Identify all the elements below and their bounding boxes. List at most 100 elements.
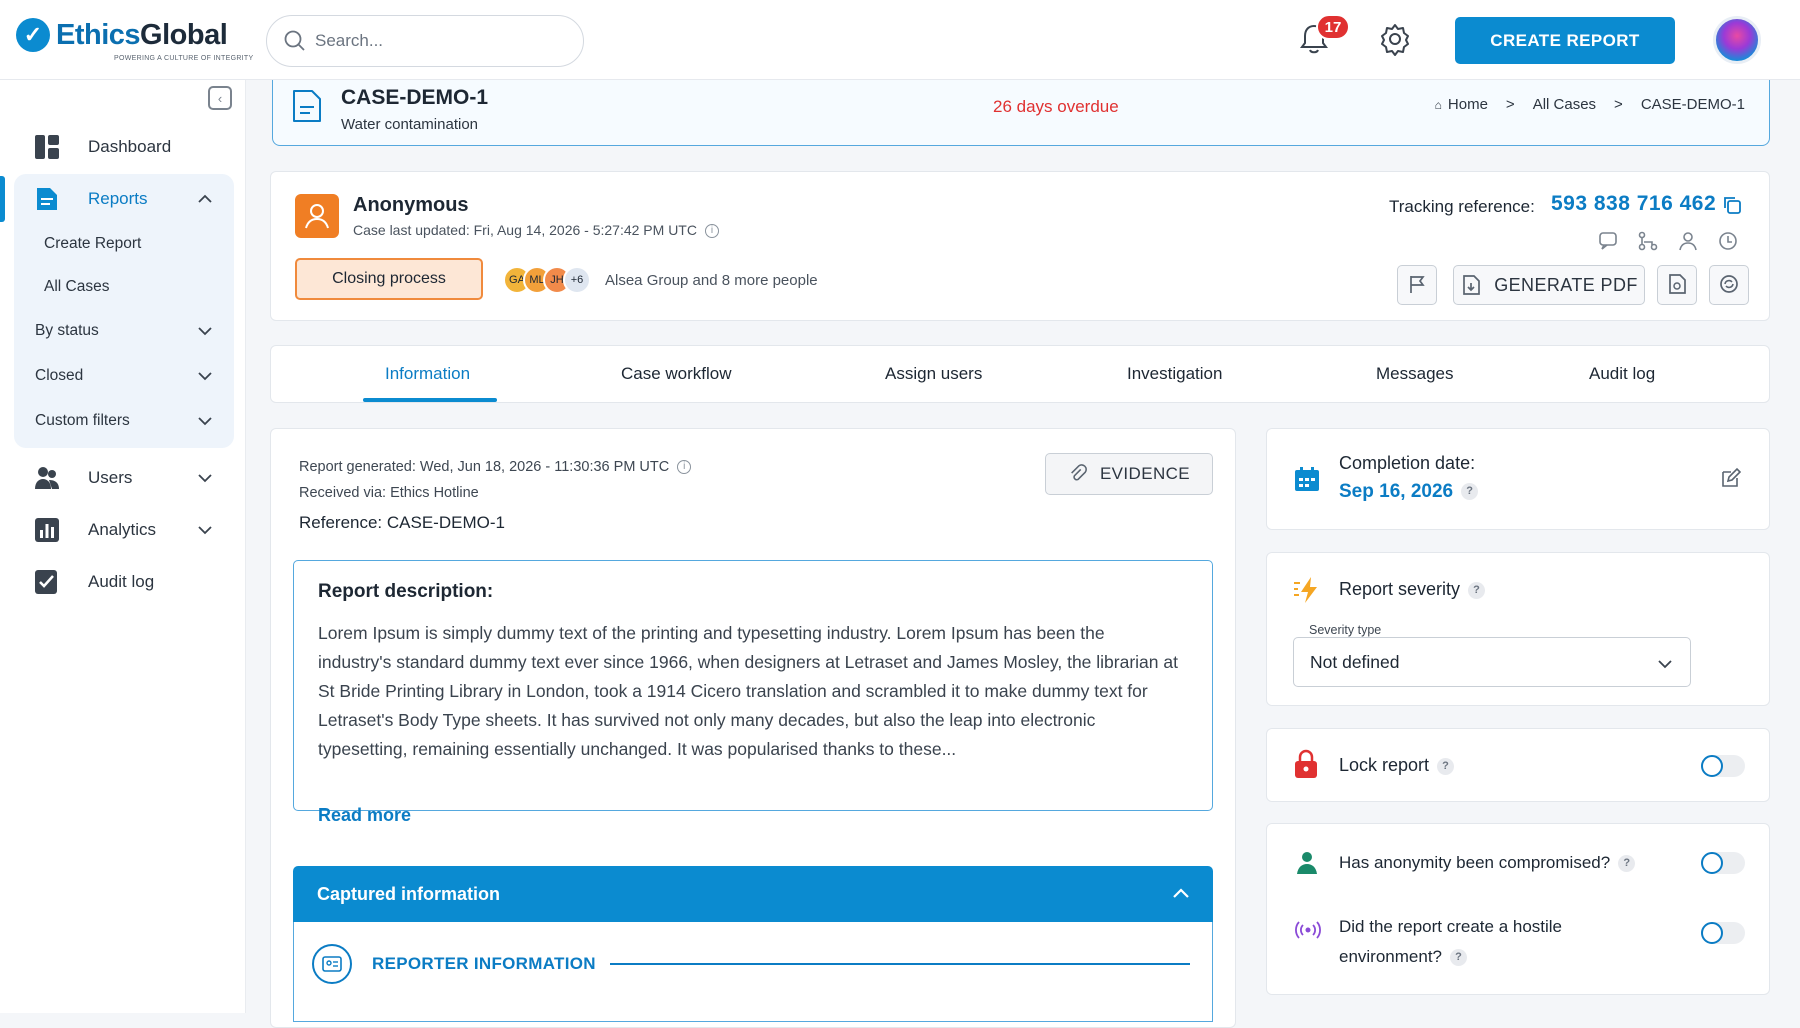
- sidebar-item-reports[interactable]: Reports: [0, 177, 246, 221]
- chevron-down-icon: [198, 474, 212, 483]
- lock-report-label: Lock report?: [1339, 755, 1455, 776]
- breadcrumb-current: CASE-DEMO-1: [1640, 96, 1745, 113]
- active-tab-underline: [363, 398, 497, 402]
- copy-icon[interactable]: [1721, 194, 1743, 216]
- chevron-up-icon: [198, 194, 212, 203]
- captured-info-header[interactable]: Captured information: [293, 866, 1213, 922]
- sidebar-label-audit-log: Audit log: [88, 572, 155, 591]
- flag-icon: [1410, 275, 1425, 293]
- generate-pdf-button[interactable]: GENERATE PDF: [1453, 265, 1645, 305]
- lock-card: Lock report?: [1266, 728, 1770, 802]
- audit-log-icon: [35, 570, 57, 594]
- sidebar-label-analytics: Analytics: [88, 520, 157, 539]
- captured-info-body: REPORTER INFORMATION: [293, 922, 1213, 1022]
- help-icon[interactable]: ?: [1450, 949, 1468, 967]
- case-id: CASE-DEMO-1: [341, 86, 489, 109]
- sidebar-item-custom-filters[interactable]: Custom filters: [0, 399, 246, 443]
- overdue-label: 26 days overdue: [993, 97, 1119, 116]
- sidebar: ‹ Dashboard Reports Create Report All Ca…: [0, 80, 246, 1013]
- breadcrumb-separator: >: [1614, 96, 1623, 113]
- chevron-down-icon: [198, 372, 212, 381]
- sidebar-item-users[interactable]: Users: [0, 456, 246, 500]
- sync-icon: [1720, 274, 1738, 293]
- anonymity-label: Has anonymity been compromised??: [1339, 853, 1636, 873]
- anonymity-toggle[interactable]: [1701, 852, 1745, 874]
- sidebar-label-dashboard: Dashboard: [88, 137, 172, 156]
- lock-report-toggle[interactable]: [1701, 755, 1745, 777]
- assignee-chips[interactable]: GA ML JH +6: [503, 266, 591, 294]
- gear-icon[interactable]: [1378, 22, 1412, 56]
- evidence-button[interactable]: EVIDENCE: [1045, 453, 1213, 495]
- tab-case-workflow[interactable]: Case workflow: [621, 364, 732, 384]
- flag-button[interactable]: [1397, 265, 1437, 305]
- brand-name-a: Ethics: [56, 18, 141, 51]
- search-input[interactable]: Search...: [266, 15, 584, 67]
- report-generated-text: Report generated: Wed, Jun 18, 2026 - 11…: [299, 459, 670, 475]
- brand-logo[interactable]: ✓ EthicsGlobal POWERING A CULTURE OF INT…: [16, 18, 253, 62]
- case-updated-text: Case last updated: Fri, Aug 14, 2026 - 5…: [353, 222, 697, 238]
- tab-assign-users[interactable]: Assign users: [885, 364, 982, 384]
- tab-messages[interactable]: Messages: [1376, 364, 1453, 384]
- breadcrumb: ⌂ Home > All Cases > CASE-DEMO-1: [1435, 96, 1745, 113]
- person-icon: [305, 204, 329, 229]
- completion-card: Completion date: Sep 16, 2026?: [1266, 428, 1770, 530]
- sidebar-item-dashboard[interactable]: Dashboard: [0, 125, 246, 169]
- assignees-text: Alsea Group and 8 more people: [605, 272, 818, 289]
- breadcrumb-all-cases[interactable]: All Cases: [1533, 96, 1596, 113]
- search-placeholder: Search...: [315, 31, 384, 50]
- sidebar-item-closed[interactable]: Closed: [0, 354, 246, 398]
- chevron-down-icon: [1658, 660, 1672, 669]
- tab-audit-log[interactable]: Audit log: [1589, 364, 1655, 384]
- lock-icon: [1295, 749, 1317, 778]
- user-avatar[interactable]: [1713, 16, 1761, 64]
- status-badge[interactable]: Closing process: [295, 258, 483, 300]
- sidebar-label-custom-filters: Custom filters: [35, 412, 130, 429]
- help-icon[interactable]: ?: [1461, 483, 1479, 501]
- completion-date: Sep 16, 2026?: [1339, 481, 1479, 503]
- severity-title: Report severity?: [1339, 579, 1486, 600]
- assignee-chip-more: +6: [563, 266, 591, 294]
- report-file-icon: [37, 188, 57, 210]
- case-subtitle: Water contamination: [341, 116, 479, 133]
- collapse-sidebar-icon[interactable]: ‹: [208, 86, 232, 110]
- tab-information[interactable]: Information: [385, 364, 470, 384]
- sidebar-item-by-status[interactable]: By status: [0, 309, 246, 353]
- history-icon[interactable]: [1717, 230, 1739, 252]
- help-icon[interactable]: ?: [1468, 581, 1486, 599]
- sidebar-item-analytics[interactable]: Analytics: [0, 508, 246, 552]
- breadcrumb-separator: >: [1505, 96, 1515, 113]
- dashboard-icon: [35, 135, 59, 159]
- severity-select[interactable]: Not defined: [1293, 637, 1691, 687]
- read-more-link[interactable]: Read more: [318, 805, 411, 826]
- breadcrumb-home[interactable]: ⌂ Home: [1435, 96, 1488, 113]
- home-icon: ⌂: [1434, 98, 1442, 112]
- anonymity-card: Has anonymity been compromised?? Did the…: [1266, 823, 1770, 995]
- search-icon: [284, 30, 305, 51]
- edit-icon[interactable]: [1719, 467, 1741, 489]
- sync-button[interactable]: [1709, 265, 1749, 305]
- chevron-down-icon: [198, 417, 212, 426]
- hostile-toggle[interactable]: [1701, 922, 1745, 944]
- case-tabs: Information Case workflow Assign users I…: [270, 345, 1770, 403]
- severity-title-text: Report severity: [1339, 579, 1461, 599]
- chat-icon[interactable]: [1597, 230, 1619, 252]
- help-icon[interactable]: ?: [1437, 757, 1455, 775]
- info-icon[interactable]: i: [704, 224, 719, 239]
- sidebar-item-audit-log[interactable]: Audit log: [0, 560, 246, 604]
- chevron-up-icon: [1173, 888, 1189, 898]
- create-report-button[interactable]: CREATE REPORT: [1455, 17, 1675, 64]
- help-icon[interactable]: ?: [1618, 855, 1636, 873]
- captured-info-title: Captured information: [317, 883, 500, 904]
- info-icon[interactable]: i: [677, 460, 692, 475]
- pdf-icon: [1463, 275, 1481, 295]
- export-button[interactable]: [1657, 265, 1697, 305]
- user-check-icon[interactable]: [1677, 230, 1699, 252]
- sidebar-item-all-cases[interactable]: All Cases: [44, 278, 109, 296]
- person-pin-icon: [1297, 852, 1317, 874]
- description-text: Lorem Ipsum is simply dummy text of the …: [318, 623, 1178, 759]
- anonymous-avatar: [295, 194, 339, 238]
- workflow-icon[interactable]: [1637, 230, 1659, 252]
- tab-investigation[interactable]: Investigation: [1127, 364, 1222, 384]
- sidebar-item-create-report[interactable]: Create Report: [44, 235, 141, 253]
- reporter-info-label[interactable]: REPORTER INFORMATION: [372, 954, 596, 974]
